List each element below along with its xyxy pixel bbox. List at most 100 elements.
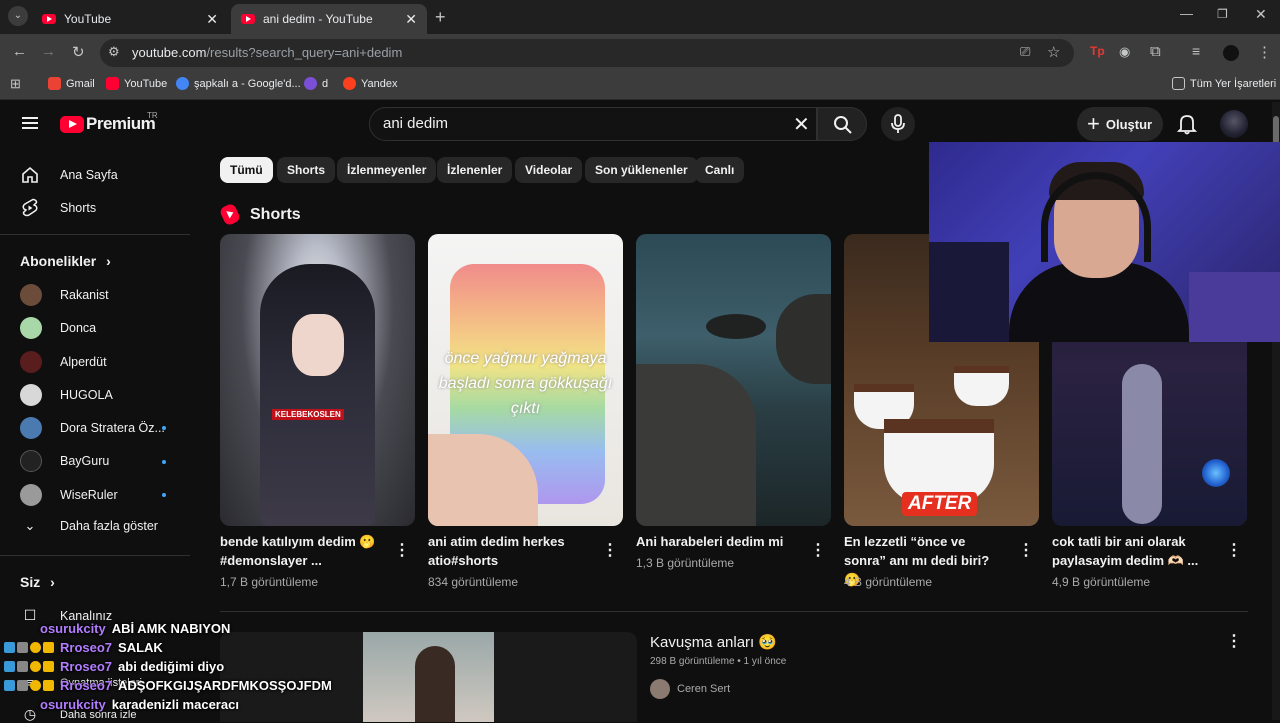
person-head bbox=[415, 646, 455, 722]
you-heading[interactable]: Siz › bbox=[20, 574, 55, 590]
reload-icon[interactable]: ↻ bbox=[72, 43, 85, 61]
bookmark-d[interactable]: d bbox=[304, 77, 328, 90]
more-actions-icon[interactable]: ⋮ bbox=[810, 540, 826, 560]
chip-recently-uploaded[interactable]: Son yüklenenler bbox=[585, 157, 698, 183]
more-actions-icon[interactable]: ⋮ bbox=[1018, 540, 1034, 560]
yandex-icon bbox=[343, 77, 356, 90]
channel-avatar bbox=[650, 679, 670, 699]
video-thumbnail[interactable] bbox=[220, 632, 637, 722]
sidebar-channel-item[interactable]: Dora Stratera Öz... bbox=[20, 417, 165, 439]
install-app-icon[interactable]: ⎚ bbox=[1020, 44, 1030, 60]
close-tab-icon[interactable]: ✕ bbox=[206, 11, 218, 28]
stage-light bbox=[1202, 459, 1230, 487]
short-overlay-text: önce yağmur yağmaya başladı sonra gökkuş… bbox=[438, 350, 613, 417]
voice-search-button[interactable] bbox=[881, 107, 915, 141]
extension-icon[interactable]: ◉ bbox=[1119, 44, 1130, 60]
clear-search-icon[interactable]: ✕ bbox=[793, 112, 810, 137]
scrollbar-thumb[interactable] bbox=[1273, 116, 1279, 144]
back-icon[interactable]: ← bbox=[12, 43, 27, 60]
video-metadata: 298 B görüntüleme • 1 yıl önce bbox=[650, 656, 787, 667]
more-actions-icon[interactable]: ⋮ bbox=[1226, 540, 1242, 560]
anime-character-face bbox=[292, 314, 344, 376]
bookmark-label: Gmail bbox=[66, 77, 95, 90]
url-host: youtube.com bbox=[132, 45, 207, 60]
guide-menu-icon[interactable] bbox=[22, 117, 38, 129]
short-overlay-text: AFTER bbox=[902, 492, 978, 516]
rock-shape bbox=[636, 364, 756, 526]
tab-title: ani dedim - YouTube bbox=[263, 12, 373, 26]
sidebar-channel-item[interactable]: Alperdüt bbox=[20, 351, 107, 373]
sidebar-channel-item[interactable]: BayGuru bbox=[20, 450, 109, 472]
extensions-puzzle-icon[interactable]: ⧉ bbox=[1150, 43, 1161, 60]
tab-search-button[interactable]: ⌄ bbox=[8, 6, 28, 26]
bookmark-yandex[interactable]: Yandex bbox=[343, 77, 398, 90]
subscriptions-title: Abonelikler bbox=[20, 253, 97, 269]
show-more-button[interactable]: ⌄ Daha fazla göster bbox=[20, 518, 158, 534]
sidebar-channel-item[interactable]: WiseRuler bbox=[20, 484, 118, 506]
channel-avatar bbox=[20, 384, 42, 406]
you-title: Siz bbox=[20, 574, 41, 590]
media-control-icon[interactable]: ≡ bbox=[1192, 43, 1200, 59]
youtube-favicon-icon bbox=[42, 14, 56, 24]
home-icon bbox=[22, 166, 38, 183]
sidebar-channel-item[interactable]: HUGOLA bbox=[20, 384, 113, 406]
youtube-logo-icon[interactable] bbox=[60, 116, 84, 133]
performer-figure bbox=[1122, 364, 1162, 524]
bookmark-youtube[interactable]: YouTube bbox=[106, 77, 167, 90]
short-title[interactable]: cok tatli bir ani olarak paylasayim dedi… bbox=[1052, 532, 1212, 570]
chip-all[interactable]: Tümü bbox=[220, 157, 273, 183]
search-value[interactable]: ani dedim bbox=[383, 115, 448, 132]
more-actions-icon[interactable]: ⋮ bbox=[1226, 631, 1242, 651]
forward-icon[interactable]: → bbox=[41, 43, 56, 60]
chip-live[interactable]: Canlı bbox=[695, 157, 745, 183]
short-title[interactable]: ani atim dedim herkes atio#shorts bbox=[428, 532, 588, 570]
short-overlay-text: KELEBEKOSLEN bbox=[272, 409, 344, 420]
browser-menu-icon[interactable]: ⋮ bbox=[1257, 43, 1272, 61]
sidebar-channel-item[interactable]: Rakanist bbox=[20, 284, 109, 306]
browser-tab-active[interactable]: ani dedim - YouTube ✕ bbox=[231, 4, 427, 34]
profile-icon[interactable] bbox=[1223, 45, 1239, 61]
short-thumbnail[interactable]: KELEBEKOSLEN bbox=[220, 234, 415, 526]
sidebar-item-shorts[interactable]: Shorts bbox=[20, 198, 96, 218]
chip-videos[interactable]: Videolar bbox=[515, 157, 583, 183]
site-info-icon[interactable]: ⚙ bbox=[108, 44, 120, 60]
shorts-logo-icon bbox=[218, 202, 242, 227]
chip-unwatched[interactable]: İzlenmeyenler bbox=[337, 157, 437, 183]
create-button[interactable]: + Oluştur bbox=[1077, 107, 1163, 141]
sidebar-channel-item[interactable]: Donca bbox=[20, 317, 96, 339]
restore-icon[interactable]: ❐ bbox=[1217, 7, 1228, 21]
bookmark-star-icon[interactable]: ☆ bbox=[1047, 43, 1060, 61]
sub-badge-icon bbox=[30, 661, 41, 672]
search-button[interactable] bbox=[817, 107, 867, 141]
close-tab-icon[interactable]: ✕ bbox=[405, 11, 417, 28]
url-text[interactable]: youtube.com/results?search_query=ani+ded… bbox=[132, 45, 402, 60]
translate-extension-icon[interactable]: Tp bbox=[1090, 44, 1105, 58]
channel-avatar bbox=[20, 450, 42, 472]
more-actions-icon[interactable]: ⋮ bbox=[602, 540, 618, 560]
bookmark-gmail[interactable]: Gmail bbox=[48, 77, 95, 90]
video-channel[interactable]: Ceren Sert bbox=[650, 679, 730, 699]
chevron-right-icon: › bbox=[106, 253, 111, 269]
apps-grid-icon[interactable]: ⊞ bbox=[10, 76, 21, 92]
new-tab-icon[interactable]: + bbox=[435, 7, 446, 28]
chip-shorts[interactable]: Shorts bbox=[277, 157, 336, 183]
short-title[interactable]: Ani harabeleri dedim mi bbox=[636, 532, 796, 551]
youtube-icon bbox=[106, 77, 119, 90]
subscriptions-heading[interactable]: Abonelikler › bbox=[20, 253, 111, 269]
short-title[interactable]: bende katılıyım dedim 🫢 #demonslayer ... bbox=[220, 532, 380, 570]
short-thumbnail[interactable]: önce yağmur yağmaya başladı sonra gökkuş… bbox=[428, 234, 623, 526]
bookmark-google[interactable]: şapkalı a - Google'd... bbox=[176, 77, 301, 90]
browser-tab-youtube[interactable]: YouTube ✕ bbox=[32, 4, 228, 34]
sidebar-item-home[interactable]: Ana Sayfa bbox=[20, 165, 118, 185]
all-bookmarks[interactable]: Tüm Yer İşaretleri bbox=[1172, 77, 1276, 90]
notifications-bell-icon[interactable] bbox=[1177, 113, 1197, 135]
video-title[interactable]: Kavuşma anları 🥹 bbox=[650, 633, 777, 651]
minimize-icon[interactable]: — bbox=[1180, 6, 1193, 21]
short-thumbnail[interactable] bbox=[636, 234, 831, 526]
account-avatar[interactable] bbox=[1220, 110, 1248, 138]
clock-icon: ◷ bbox=[23, 706, 37, 722]
chip-watched[interactable]: İzlenenler bbox=[437, 157, 513, 183]
more-actions-icon[interactable]: ⋮ bbox=[394, 540, 410, 560]
close-window-icon[interactable]: ✕ bbox=[1255, 6, 1267, 23]
youtube-logo-text[interactable]: Premium bbox=[86, 114, 156, 134]
